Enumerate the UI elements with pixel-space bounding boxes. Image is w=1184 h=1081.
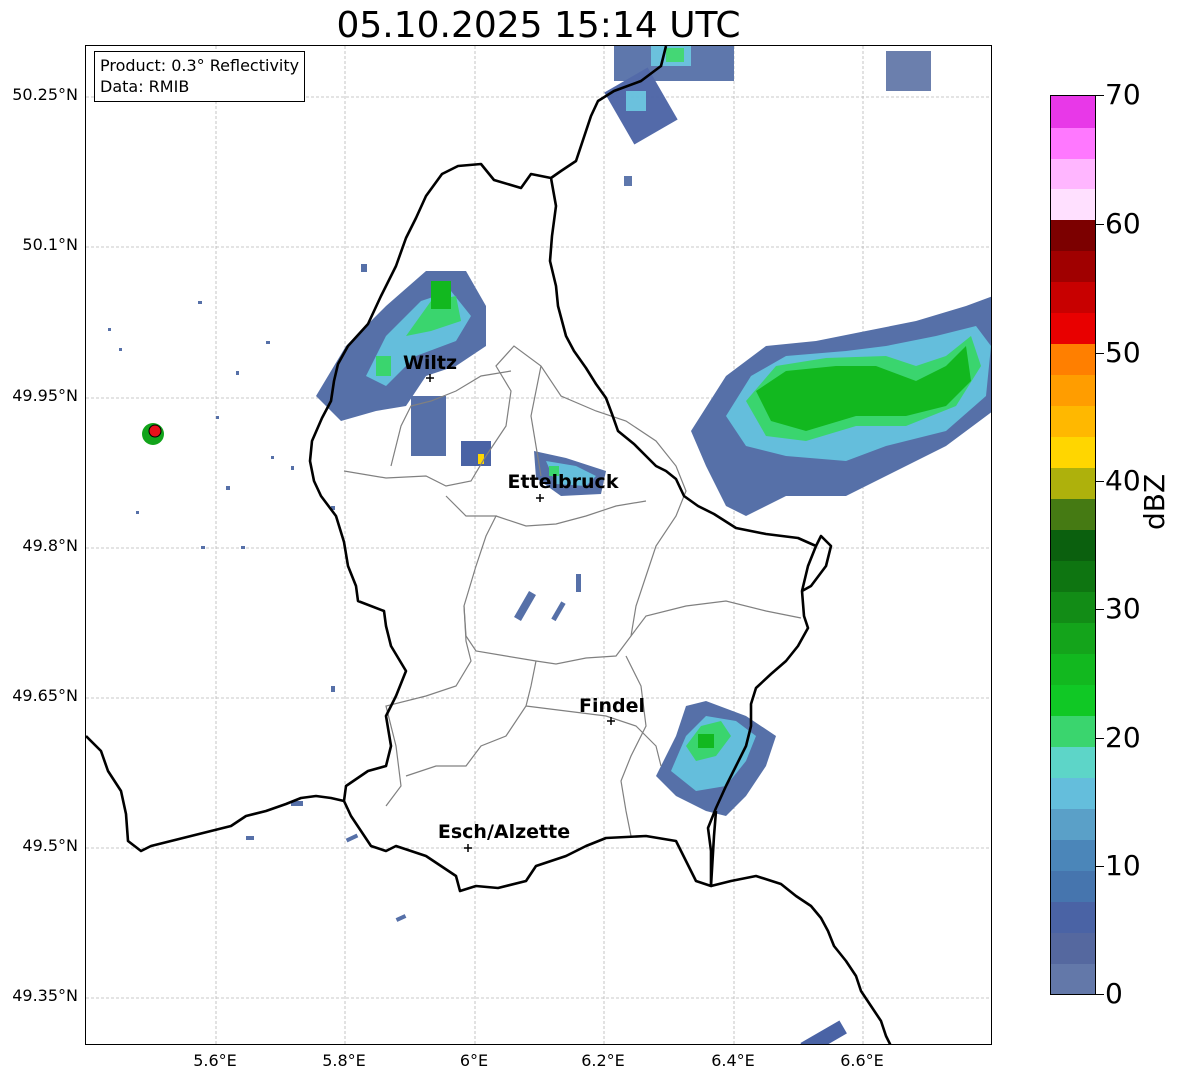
- colorbar: [1050, 95, 1096, 995]
- lat-tick-label: 49.65°N: [12, 686, 78, 705]
- colorbar-tick-label: 60: [1105, 207, 1141, 240]
- colorbar-segment: [1051, 219, 1095, 252]
- city-label: Wiltz: [403, 352, 457, 374]
- colorbar-segment: [1051, 157, 1095, 190]
- colorbar-segment: [1051, 839, 1095, 871]
- colorbar-segment: [1051, 746, 1095, 778]
- city-label: Esch/Alzette: [438, 821, 570, 843]
- lon-tick-label: 5.8°E: [322, 1051, 366, 1070]
- colorbar-axis-label: dBZ: [1138, 473, 1171, 530]
- radar-map: Wiltz Ettelbruck Findel Esch/Alzette: [85, 45, 992, 1045]
- colorbar-segment: [1051, 591, 1095, 623]
- map-canvas: Wiltz Ettelbruck Findel Esch/Alzette: [86, 46, 991, 1044]
- colorbar-segment: [1051, 250, 1095, 283]
- colorbar-segment: [1051, 529, 1095, 562]
- colorbar-segment: [1051, 715, 1095, 747]
- colorbar-segment: [1051, 963, 1095, 994]
- lat-tick-label: 49.5°N: [22, 836, 78, 855]
- lon-tick-label: 6.4°E: [711, 1051, 755, 1070]
- radar-site-marker: [142, 423, 164, 445]
- colorbar-tick-mark: [1096, 481, 1104, 482]
- colorbar-tick-label: 50: [1105, 336, 1141, 369]
- city-marker-ettelbruck: Ettelbruck: [508, 471, 619, 502]
- colorbar-segment: [1051, 312, 1095, 345]
- colorbar-tick-mark: [1096, 738, 1104, 739]
- colorbar-tick-mark: [1096, 353, 1104, 354]
- lat-tick-label: 49.35°N: [12, 986, 78, 1005]
- colorbar-tick-mark: [1096, 994, 1104, 995]
- colorbar-tick-label: 30: [1105, 592, 1141, 625]
- product-info-box: Product: 0.3° Reflectivity Data: RMIB: [94, 51, 306, 102]
- colorbar-segment: [1051, 188, 1095, 221]
- colorbar-segment: [1051, 653, 1095, 685]
- lon-tick-label: 5.6°E: [193, 1051, 237, 1070]
- lat-tick-label: 49.95°N: [12, 386, 78, 405]
- colorbar-segment: [1051, 281, 1095, 314]
- lat-tick-label: 49.8°N: [22, 536, 78, 555]
- colorbar-tick-mark: [1096, 95, 1104, 96]
- city-marker-esch-alzette: Esch/Alzette: [438, 821, 570, 852]
- colorbar-tick-label: 20: [1105, 721, 1141, 754]
- lat-tick-label: 50.1°N: [22, 235, 78, 254]
- colorbar-tick-label: 10: [1105, 849, 1141, 882]
- lon-tick-label: 6.6°E: [840, 1051, 884, 1070]
- colorbar-segment: [1051, 498, 1095, 531]
- product-label: Product: 0.3° Reflectivity: [100, 56, 300, 75]
- colorbar-segment: [1051, 436, 1095, 469]
- colorbar-tick-label: 70: [1105, 78, 1141, 111]
- colorbar-tick-mark: [1096, 866, 1104, 867]
- colorbar-tick-mark: [1096, 224, 1104, 225]
- city-label: Ettelbruck: [508, 471, 619, 493]
- city-marker-findel: Findel: [579, 695, 645, 725]
- colorbar-segment: [1051, 684, 1095, 716]
- colorbar-segment: [1051, 343, 1095, 376]
- data-source-label: Data: RMIB: [100, 77, 190, 96]
- colorbar-segment: [1051, 622, 1095, 654]
- city-label: Findel: [579, 695, 645, 717]
- colorbar-tick-label: 0: [1105, 977, 1123, 1010]
- gridlines: [86, 46, 991, 1044]
- lon-tick-label: 6.2°E: [581, 1051, 625, 1070]
- colorbar-segment: [1051, 374, 1095, 407]
- colorbar-segment: [1051, 808, 1095, 840]
- colorbar-segment: [1051, 870, 1095, 902]
- colorbar-tick-mark: [1096, 609, 1104, 610]
- colorbar-segment: [1051, 932, 1095, 964]
- colorbar-segment: [1051, 777, 1095, 809]
- radar-echoes: [108, 46, 991, 1044]
- map-title: 05.10.2025 15:14 UTC: [336, 5, 741, 46]
- colorbar-segment: [1051, 126, 1095, 159]
- lon-tick-label: 6°E: [459, 1051, 489, 1070]
- colorbar-segment: [1051, 405, 1095, 438]
- country-borders: [86, 46, 892, 1044]
- lat-tick-label: 50.25°N: [12, 85, 78, 104]
- colorbar-tick-label: 40: [1105, 464, 1141, 497]
- colorbar-segment: [1051, 467, 1095, 500]
- colorbar-segment: [1051, 901, 1095, 933]
- colorbar-segment: [1051, 560, 1095, 593]
- colorbar-segment: [1051, 96, 1095, 128]
